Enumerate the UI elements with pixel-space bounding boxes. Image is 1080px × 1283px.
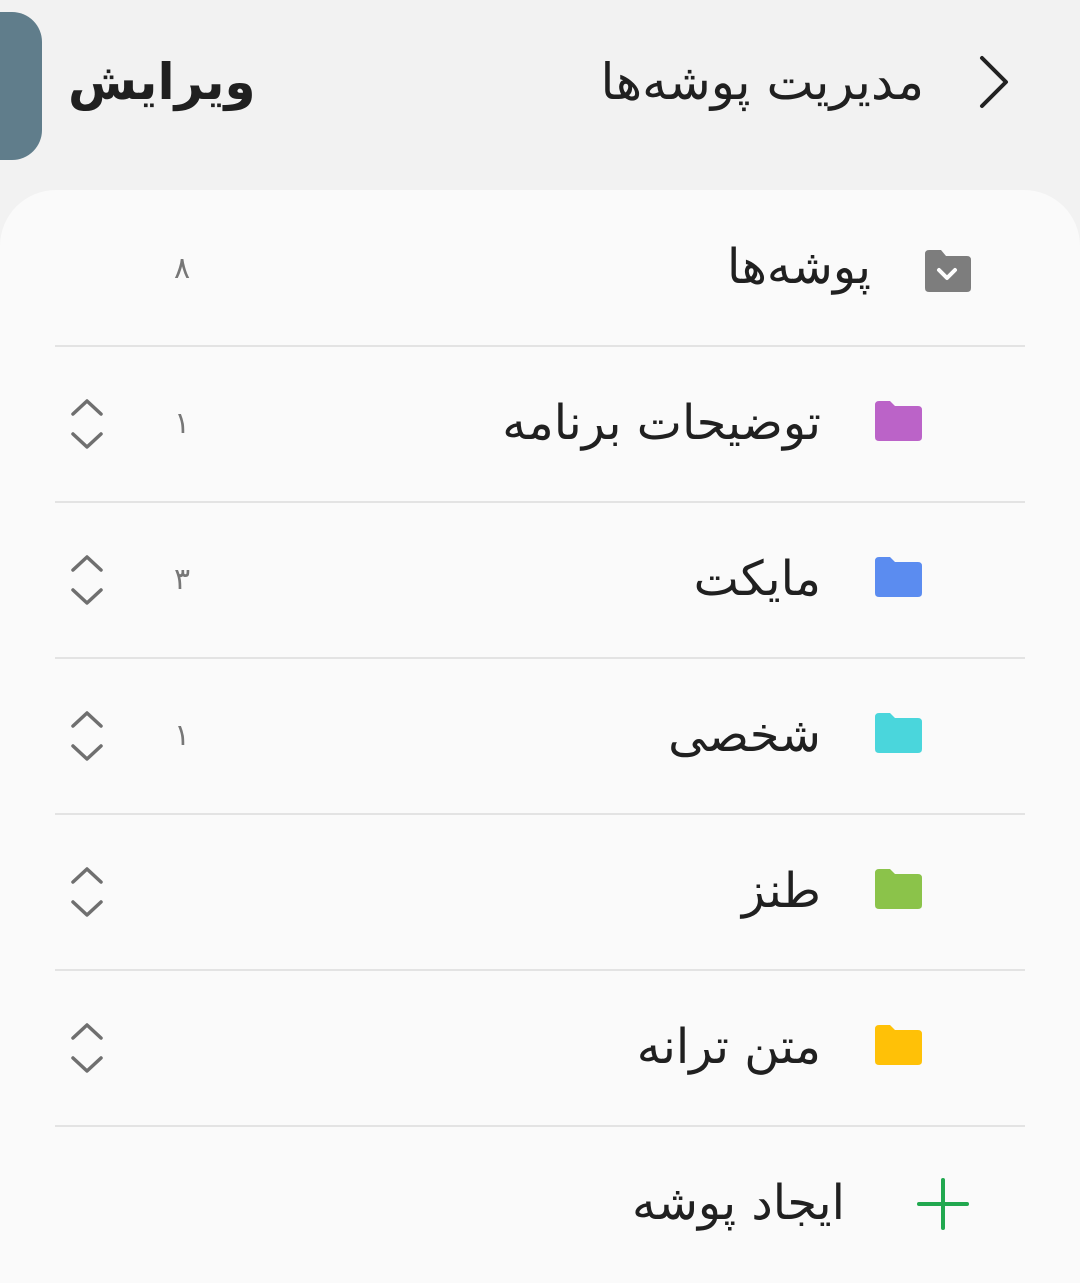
app-header: ویرایش مدیریت پوشه‌ها	[0, 0, 1080, 190]
reorder-icon[interactable]	[69, 1022, 105, 1074]
folder-count: ۱	[173, 718, 191, 753]
folder-row[interactable]: ۳ مایکت	[55, 502, 1025, 659]
plus-icon	[917, 1178, 969, 1230]
folder-collapse-icon	[925, 250, 971, 292]
folder-row[interactable]: ۱ توضیحات برنامه	[55, 346, 1025, 503]
folder-row[interactable]: طنز	[55, 814, 1025, 971]
reorder-icon[interactable]	[69, 398, 105, 450]
folder-list-card: ۸ پوشه‌ها ۱ توضیحات برنامه ۳ مایکت	[0, 190, 1080, 1283]
folder-icon	[875, 1025, 922, 1065]
create-folder-label: ایجاد پوشه	[631, 1175, 845, 1231]
folder-icon	[875, 713, 922, 753]
side-panel-handle[interactable]	[0, 12, 42, 160]
folder-count: ۳	[173, 562, 191, 597]
folder-label: طنز	[741, 863, 821, 919]
page-title: مدیریت پوشه‌ها	[600, 53, 925, 111]
all-folders-row[interactable]: ۸ پوشه‌ها	[55, 190, 1025, 347]
all-folders-label: پوشه‌ها	[726, 239, 871, 295]
folder-icon	[875, 401, 922, 441]
folder-count: ۸	[173, 251, 191, 286]
folder-row[interactable]: ۱ شخصی	[55, 658, 1025, 815]
folder-label: متن ترانه	[636, 1019, 821, 1075]
folder-icon	[875, 869, 922, 909]
folder-label: مایکت	[693, 551, 821, 607]
folder-icon	[875, 557, 922, 597]
folder-count	[165, 970, 199, 1125]
folder-count: ۱	[173, 406, 191, 441]
edit-button[interactable]: ویرایش	[68, 52, 256, 112]
folder-row[interactable]: متن ترانه	[55, 970, 1025, 1127]
reorder-icon[interactable]	[69, 554, 105, 606]
chevron-right-icon[interactable]	[968, 52, 1020, 112]
folder-label: توضیحات برنامه	[502, 395, 821, 451]
reorder-icon[interactable]	[69, 866, 105, 918]
folder-count	[165, 814, 199, 969]
reorder-icon[interactable]	[69, 710, 105, 762]
folder-label: شخصی	[668, 707, 821, 763]
create-folder-row[interactable]: ایجاد پوشه	[55, 1126, 1025, 1281]
